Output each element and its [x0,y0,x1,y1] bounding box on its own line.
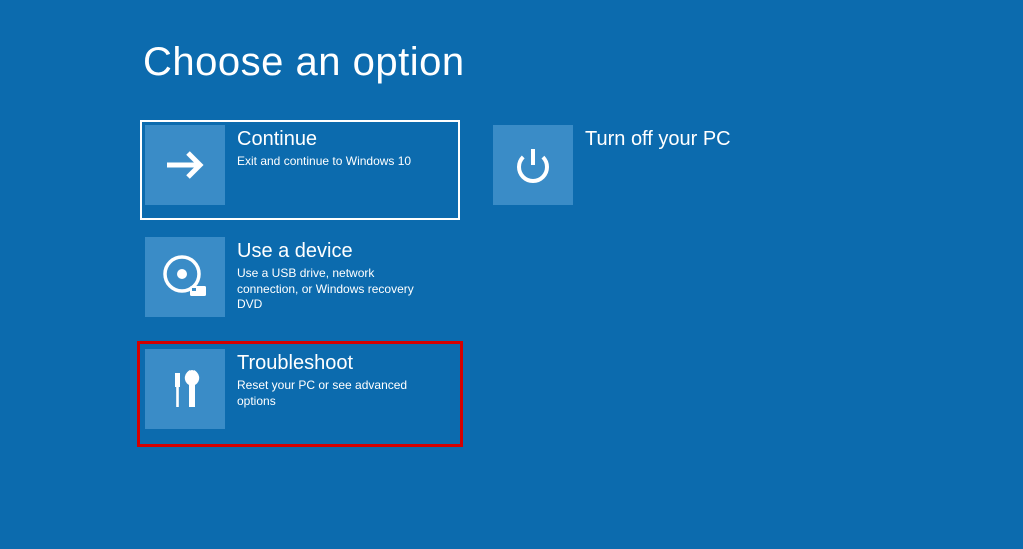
option-continue-content: Continue Exit and continue to Windows 10 [225,125,411,170]
page-title: Choose an option [143,40,465,85]
option-title: Continue [237,127,411,151]
options-grid: Continue Exit and continue to Windows 10… [140,120,940,444]
option-title: Use a device [237,239,437,263]
option-troubleshoot[interactable]: Troubleshoot Reset your PC or see advanc… [140,344,460,444]
disc-device-icon [145,237,225,317]
option-desc: Exit and continue to Windows 10 [237,154,411,170]
arrow-right-icon [145,125,225,205]
option-troubleshoot-content: Troubleshoot Reset your PC or see advanc… [225,349,437,409]
option-title: Turn off your PC [585,127,731,151]
option-turnoff-content: Turn off your PC [573,125,731,154]
option-desc: Reset your PC or see advanced options [237,378,437,409]
option-use-device[interactable]: Use a device Use a USB drive, network co… [140,232,460,332]
option-continue[interactable]: Continue Exit and continue to Windows 10 [140,120,460,220]
option-use-device-content: Use a device Use a USB drive, network co… [225,237,437,313]
option-desc: Use a USB drive, network connection, or … [237,266,437,313]
tools-icon [145,349,225,429]
option-title: Troubleshoot [237,351,437,375]
power-icon [493,125,573,205]
option-turnoff[interactable]: Turn off your PC [488,120,808,220]
